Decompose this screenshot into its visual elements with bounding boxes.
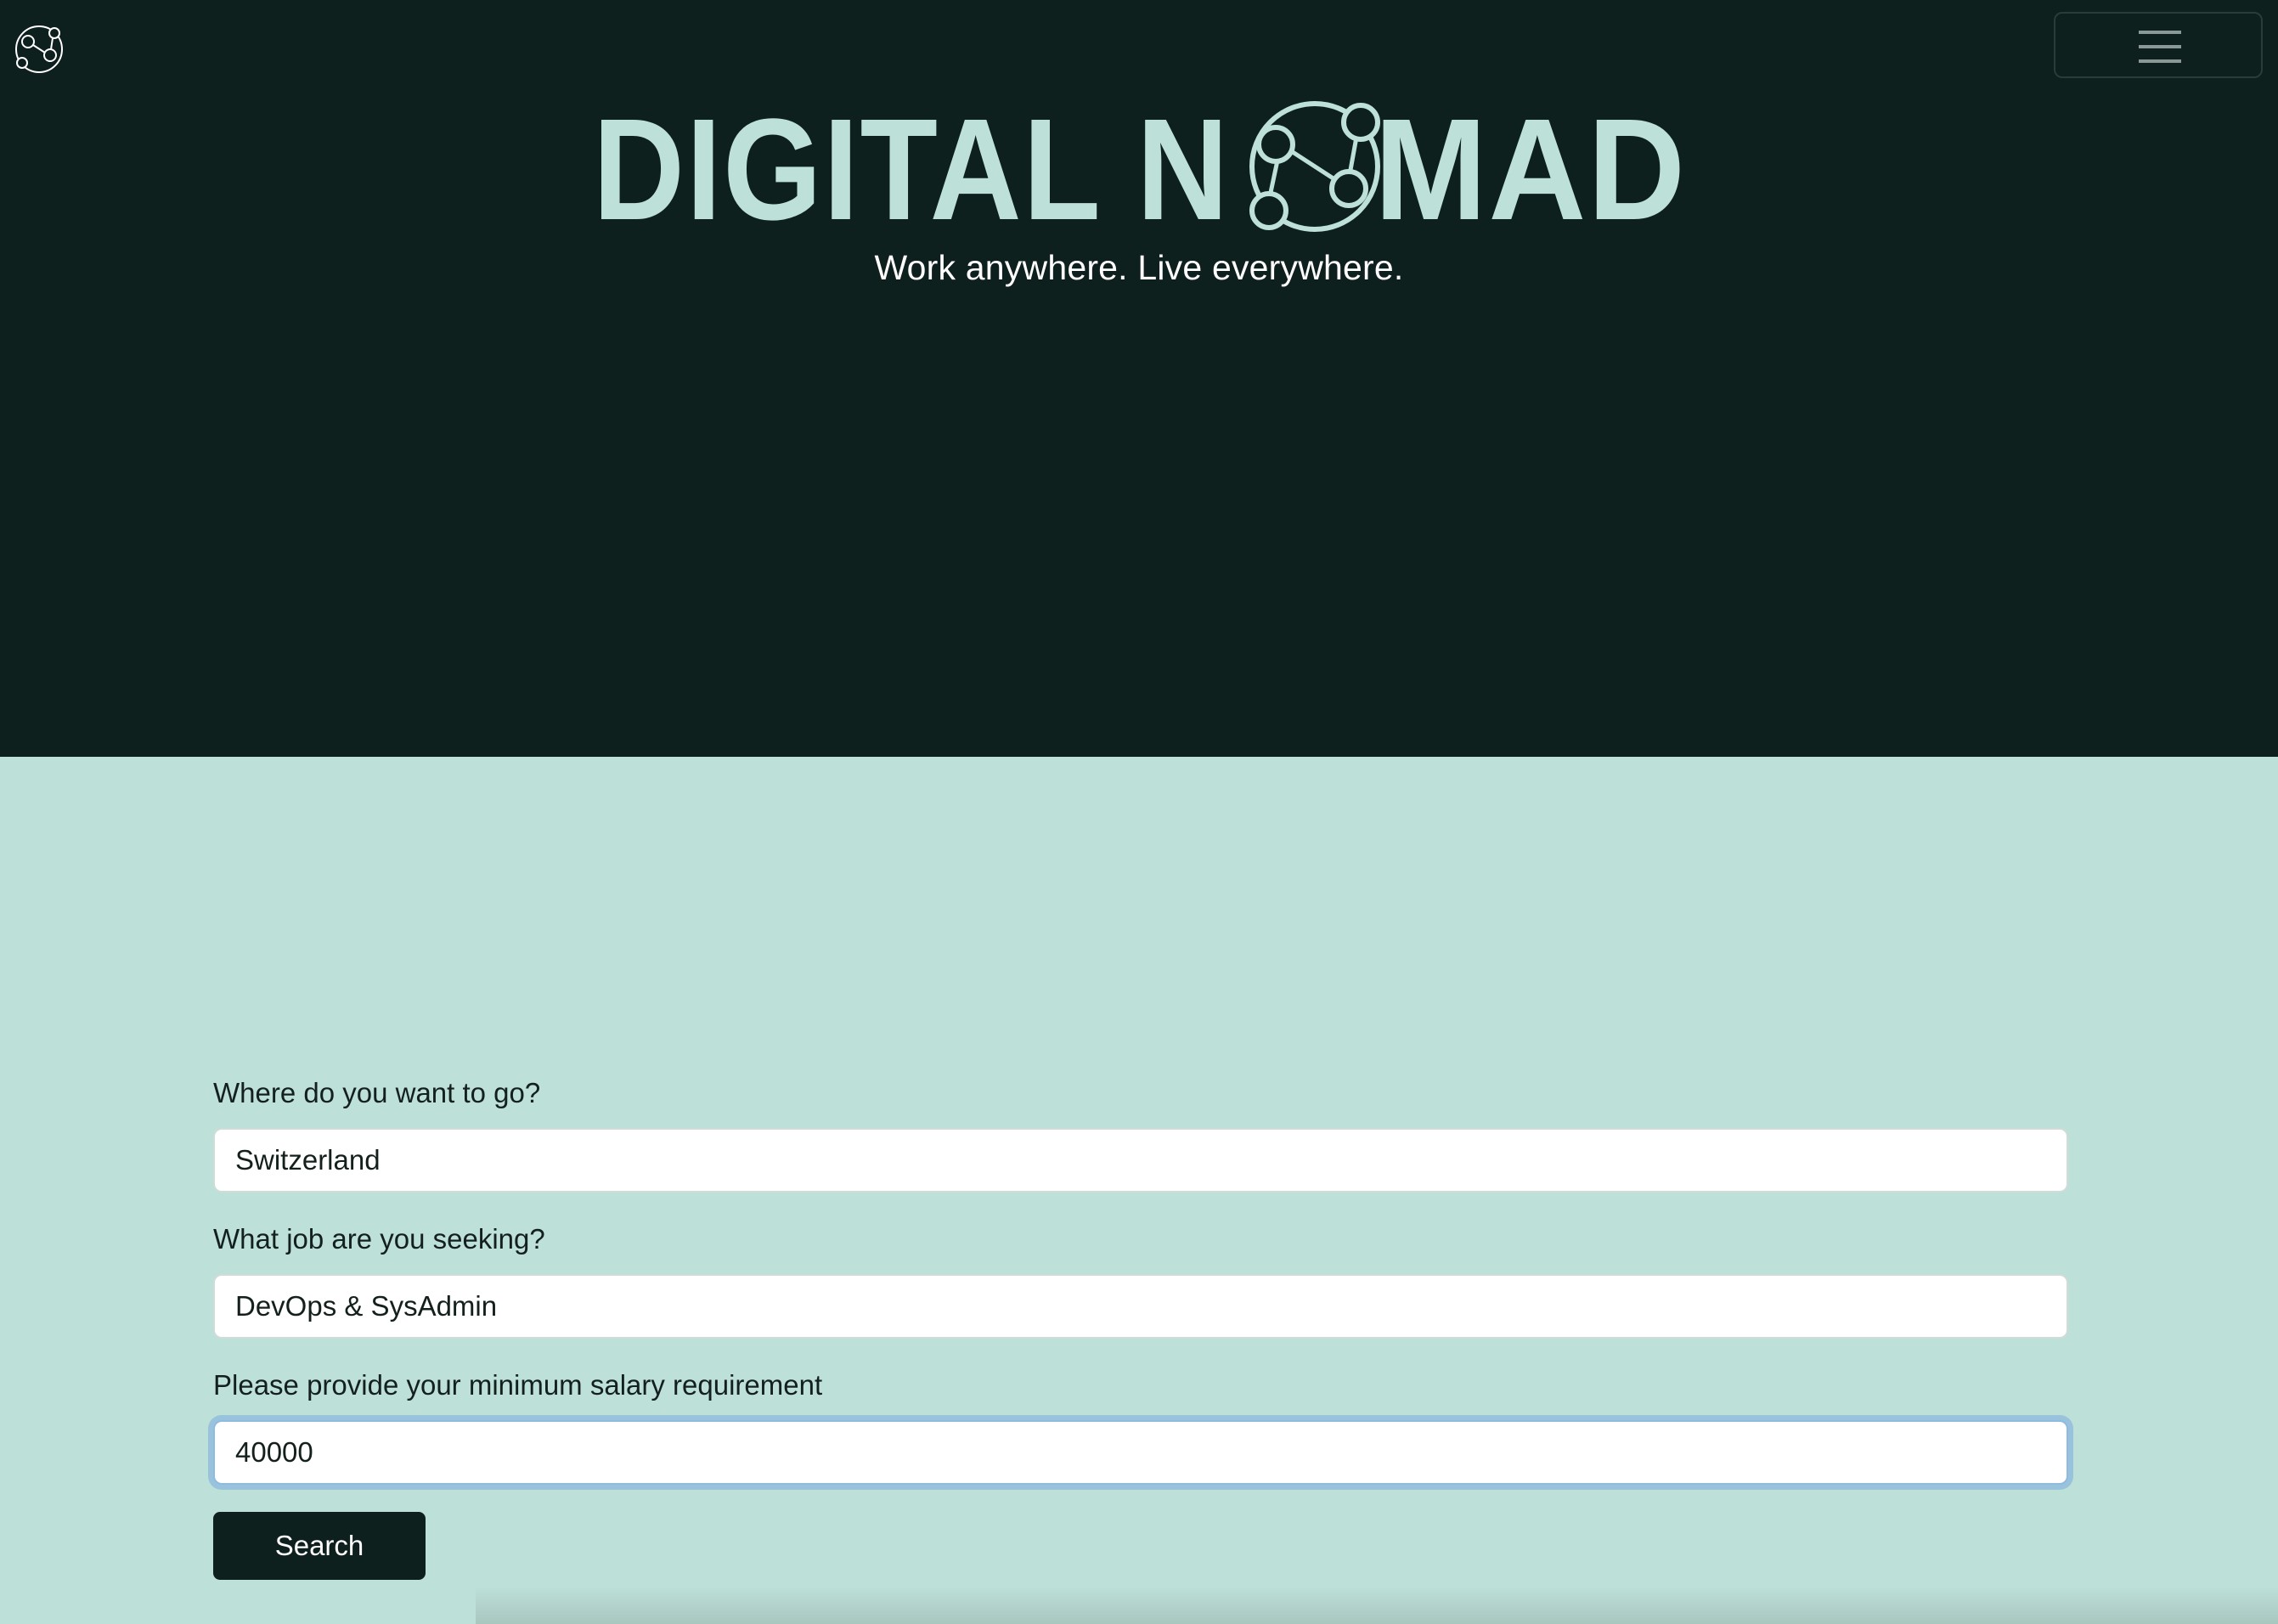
menu-toggle-button[interactable] (2054, 12, 2263, 78)
search-button[interactable]: Search (213, 1512, 426, 1580)
destination-label: Where do you want to go? (213, 1077, 541, 1108)
job-label: What job are you seeking? (213, 1223, 545, 1255)
salary-label: Please provide your minimum salary requi… (213, 1369, 823, 1401)
destination-input[interactable] (213, 1128, 2068, 1193)
hero-section: DIGITAL N MAD Work anywhere. Live everyw… (0, 0, 2278, 757)
salary-input[interactable] (213, 1420, 2068, 1485)
brand-title-right: MAD (1374, 89, 1687, 251)
tagline: Work anywhere. Live everywhere. (874, 248, 1404, 287)
brand-title-left: DIGITAL N (593, 89, 1230, 251)
hamburger-icon (2139, 31, 2181, 63)
brand-wordmark: DIGITAL N MAD (593, 89, 1685, 251)
network-globe-icon (1249, 101, 1380, 232)
bottom-shadow (476, 1587, 2278, 1624)
network-globe-icon[interactable] (14, 24, 65, 75)
job-input[interactable] (213, 1274, 2068, 1339)
